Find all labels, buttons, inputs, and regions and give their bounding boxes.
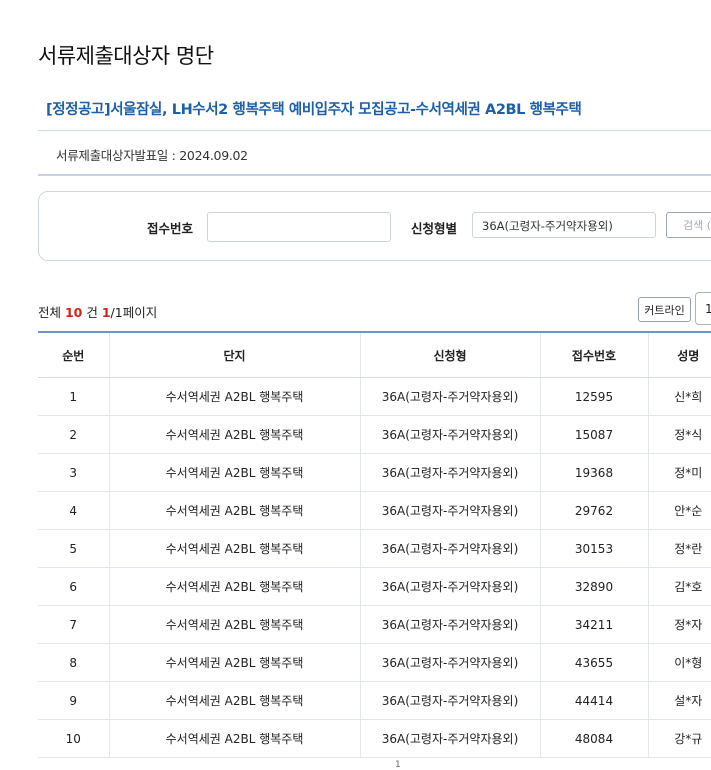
table-row: 5 수서역세권 A2BL 행복주택 36A(고령자-주거약자용외) 30153 정*란 (38, 529, 711, 568)
column-header-complex: 단지 (108, 331, 360, 378)
cell-complex: 수서역세권 A2BL 행복주택 (108, 453, 360, 492)
notice-title-link[interactable]: [정정공고]서울잠실, LH수서2 행복주택 예비입주자 모집공고-수서역세권 … (46, 98, 582, 119)
count-prefix: 전체 (38, 305, 65, 320)
cell-name: 강*규 (647, 719, 711, 758)
divider (38, 130, 711, 131)
cell-name: 정*란 (647, 529, 711, 568)
page-size-select[interactable]: 1 (695, 292, 711, 325)
result-count: 전체 10 건 1/1페이지 (38, 302, 157, 321)
current-page-number: 1 (101, 305, 111, 320)
table-row: 1 수서역세권 A2BL 행복주택 36A(고령자-주거약자용외) 12595 신*희 (38, 377, 711, 416)
cell-name: 정*미 (647, 453, 711, 492)
cell-complex: 수서역세권 A2BL 행복주택 (108, 605, 360, 644)
column-header-name: 성명 (647, 331, 711, 378)
cell-type: 36A(고령자-주거약자용외) (359, 377, 540, 416)
cell-name: 이*형 (647, 643, 711, 682)
count-unit: 건 (82, 305, 102, 320)
cutline-button[interactable]: 커트라인 (638, 297, 691, 322)
cell-type: 36A(고령자-주거약자용외) (359, 719, 540, 758)
cell-no: 6 (38, 567, 109, 606)
table-row: 6 수서역세권 A2BL 행복주택 36A(고령자-주거약자용외) 32890 김*호 (38, 567, 711, 606)
cell-complex: 수서역세권 A2BL 행복주택 (108, 643, 360, 682)
search-panel: 접수번호 신청형별 36A(고령자-주거약자용외) 검색 ( (38, 191, 711, 261)
table-row: 3 수서역세권 A2BL 행복주택 36A(고령자-주거약자용외) 19368 정*미 (38, 453, 711, 492)
cell-complex: 수서역세권 A2BL 행복주택 (108, 415, 360, 454)
column-header-type: 신청형 (359, 331, 540, 378)
cell-complex: 수서역세권 A2BL 행복주택 (108, 529, 360, 568)
table-row: 7 수서역세권 A2BL 행복주택 36A(고령자-주거약자용외) 34211 정*자 (38, 605, 711, 644)
cell-type: 36A(고령자-주거약자용외) (359, 605, 540, 644)
results-table: 순번 단지 신청형 접수번호 성명 1 수서역세권 A2BL 행복주택 36A(고령… (38, 331, 711, 758)
receipt-number-label: 접수번호 (147, 221, 194, 236)
cell-receipt: 43655 (539, 643, 648, 682)
cell-receipt: 34211 (539, 605, 648, 644)
table-row: 8 수서역세권 A2BL 행복주택 36A(고령자-주거약자용외) 43655 이*형 (38, 643, 711, 682)
cell-complex: 수서역세권 A2BL 행복주택 (108, 681, 360, 720)
cell-complex: 수서역세권 A2BL 행복주택 (108, 719, 360, 758)
column-header-receipt: 접수번호 (539, 331, 648, 378)
cell-receipt: 12595 (539, 377, 648, 416)
cell-no: 2 (38, 415, 109, 454)
cell-receipt: 30153 (539, 529, 648, 568)
cell-type: 36A(고령자-주거약자용외) (359, 453, 540, 492)
cell-name: 설*자 (647, 681, 711, 720)
pagination-current-page[interactable]: 1 (395, 760, 401, 770)
cell-type: 36A(고령자-주거약자용외) (359, 567, 540, 606)
cell-no: 5 (38, 529, 109, 568)
cell-receipt: 15087 (539, 415, 648, 454)
divider (38, 174, 711, 176)
cell-no: 4 (38, 491, 109, 530)
cell-no: 7 (38, 605, 109, 644)
table-header-row: 순번 단지 신청형 접수번호 성명 (38, 331, 711, 378)
application-type-select[interactable]: 36A(고령자-주거약자용외) (472, 212, 656, 238)
column-header-no: 순번 (38, 331, 109, 378)
total-count: 10 (64, 305, 83, 320)
table-row: 10 수서역세권 A2BL 행복주택 36A(고령자-주거약자용외) 48084 강*규 (38, 719, 711, 758)
receipt-number-input[interactable] (207, 212, 391, 242)
table-row: 4 수서역세권 A2BL 행복주택 36A(고령자-주거약자용외) 29762 안*순 (38, 491, 711, 530)
cell-complex: 수서역세권 A2BL 행복주택 (108, 567, 360, 606)
cell-name: 신*희 (647, 377, 711, 416)
cell-name: 정*자 (647, 605, 711, 644)
table-row: 9 수서역세권 A2BL 행복주택 36A(고령자-주거약자용외) 44414 설*자 (38, 681, 711, 720)
cell-no: 1 (38, 377, 109, 416)
cell-no: 8 (38, 643, 109, 682)
cell-type: 36A(고령자-주거약자용외) (359, 529, 540, 568)
cell-type: 36A(고령자-주거약자용외) (359, 643, 540, 682)
pages-suffix: /1페이지 (110, 305, 158, 320)
cell-receipt: 44414 (539, 681, 648, 720)
cell-receipt: 48084 (539, 719, 648, 758)
cell-complex: 수서역세권 A2BL 행복주택 (108, 491, 360, 530)
application-type-label: 신청형별 (411, 221, 458, 236)
cell-type: 36A(고령자-주거약자용외) (359, 681, 540, 720)
cell-no: 3 (38, 453, 109, 492)
cell-no: 10 (38, 719, 109, 758)
cell-type: 36A(고령자-주거약자용외) (359, 415, 540, 454)
announce-date: 서류제출대상자발표일 : 2024.09.02 (56, 148, 248, 163)
cell-name: 정*식 (647, 415, 711, 454)
table-row: 2 수서역세권 A2BL 행복주택 36A(고령자-주거약자용외) 15087 정*식 (38, 415, 711, 454)
cell-name: 김*호 (647, 567, 711, 606)
cell-receipt: 19368 (539, 453, 648, 492)
cell-complex: 수서역세권 A2BL 행복주택 (108, 377, 360, 416)
page-title: 서류제출대상자 명단 (38, 44, 214, 68)
cell-no: 9 (38, 681, 109, 720)
cell-name: 안*순 (647, 491, 711, 530)
cell-type: 36A(고령자-주거약자용외) (359, 491, 540, 530)
search-button[interactable]: 검색 ( (666, 212, 711, 238)
cell-receipt: 32890 (539, 567, 648, 606)
cell-receipt: 29762 (539, 491, 648, 530)
